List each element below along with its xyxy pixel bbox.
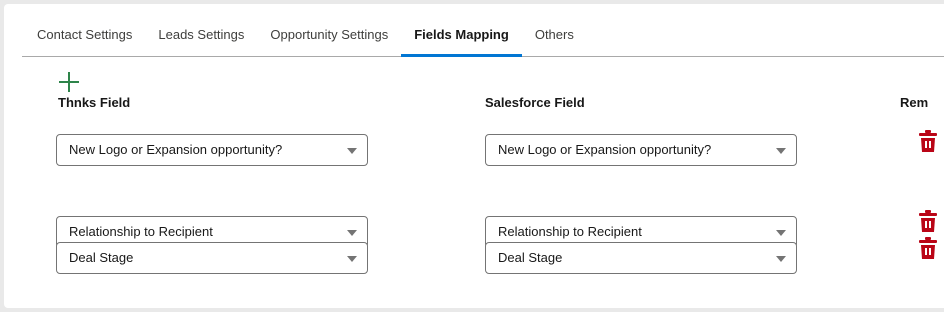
thnks-field-value: New Logo or Expansion opportunity? xyxy=(69,142,283,157)
fields-mapping-panel: Contact Settings Leads Settings Opportun… xyxy=(4,4,944,308)
thnks-field-value: Relationship to Recipient xyxy=(69,224,213,239)
chevron-down-icon xyxy=(347,256,357,262)
salesforce-field-value: Relationship to Recipient xyxy=(498,224,642,239)
tab-others[interactable]: Others xyxy=(522,4,587,56)
tab-fields-mapping[interactable]: Fields Mapping xyxy=(401,4,522,57)
chevron-down-icon xyxy=(347,230,357,236)
thnks-field-select-3[interactable]: Deal Stage xyxy=(56,242,368,274)
chevron-down-icon xyxy=(776,148,786,154)
chevron-down-icon xyxy=(776,256,786,262)
thnks-field-header: Thnks Field xyxy=(58,95,131,110)
tab-leads-settings[interactable]: Leads Settings xyxy=(145,4,257,56)
trash-icon[interactable] xyxy=(919,237,937,259)
salesforce-field-select-1[interactable]: New Logo or Expansion opportunity? xyxy=(485,134,797,166)
salesforce-field-select-3[interactable]: Deal Stage xyxy=(485,242,797,274)
settings-tabs: Contact Settings Leads Settings Opportun… xyxy=(22,4,944,57)
trash-icon[interactable] xyxy=(919,210,937,232)
chevron-down-icon xyxy=(776,230,786,236)
salesforce-field-header: Salesforce Field xyxy=(485,95,585,110)
tab-contact-settings[interactable]: Contact Settings xyxy=(22,4,145,56)
add-mapping-plus-icon[interactable] xyxy=(58,70,82,94)
salesforce-field-value: New Logo or Expansion opportunity? xyxy=(498,142,712,157)
tab-opportunity-settings[interactable]: Opportunity Settings xyxy=(257,4,401,56)
remove-header: Rem xyxy=(900,95,929,110)
salesforce-field-value: Deal Stage xyxy=(498,250,563,265)
trash-icon[interactable] xyxy=(919,130,937,152)
thnks-field-select-1[interactable]: New Logo or Expansion opportunity? xyxy=(56,134,368,166)
chevron-down-icon xyxy=(347,148,357,154)
thnks-field-value: Deal Stage xyxy=(69,250,134,265)
